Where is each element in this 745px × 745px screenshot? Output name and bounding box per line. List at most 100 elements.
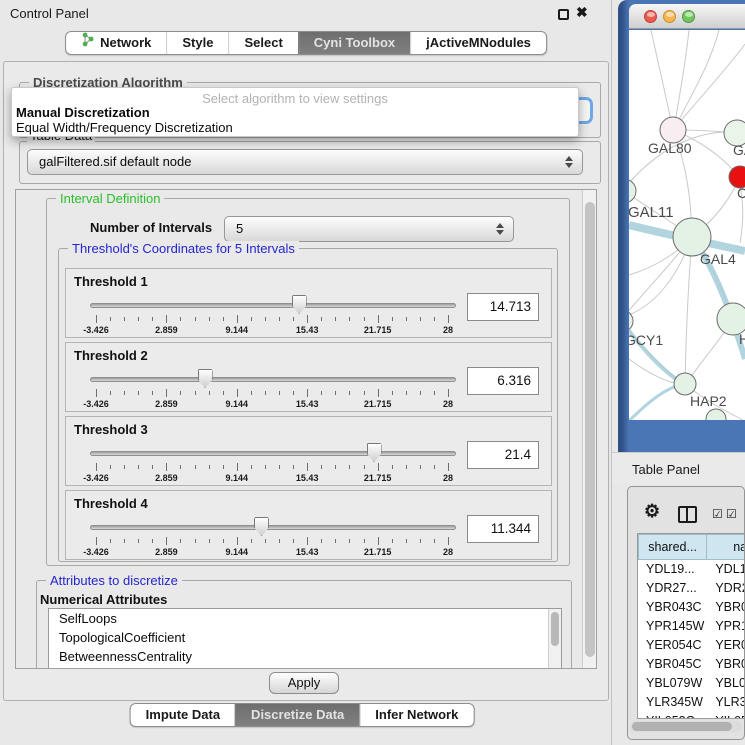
algorithm-placeholder-item[interactable]: Select algorithm to view settings bbox=[12, 91, 578, 106]
threshold-slider-track[interactable] bbox=[90, 451, 456, 456]
attributes-group-title: Attributes to discretize bbox=[46, 573, 182, 588]
threshold-label: Threshold 4 bbox=[74, 496, 148, 511]
checkbox-icon[interactable]: ☑ bbox=[726, 507, 737, 521]
threshold-slider-track[interactable] bbox=[90, 377, 456, 382]
interval-definition-title: Interval Definition bbox=[56, 191, 164, 206]
tab-label: Network bbox=[100, 32, 151, 54]
close-window-icon[interactable] bbox=[644, 10, 657, 23]
settings-vertical-scrollbar[interactable] bbox=[582, 190, 596, 668]
tab-select[interactable]: Select bbox=[228, 32, 297, 54]
control-panel-title: Control Panel bbox=[10, 6, 89, 21]
combo-arrows-icon bbox=[565, 155, 573, 169]
table-row[interactable]: YIL052CYIL052C bbox=[638, 712, 745, 719]
slider-tick-labels: -3.4262.8599.14415.4321.71528 bbox=[96, 473, 448, 484]
number-of-intervals-label: Number of Intervals bbox=[90, 220, 212, 235]
gear-icon[interactable]: ⚙ bbox=[644, 501, 660, 522]
table-row[interactable]: YBR045CYBR045C bbox=[638, 655, 745, 674]
number-of-intervals-select[interactable]: 5 bbox=[224, 216, 514, 242]
table-row[interactable]: YDR27...YDR27 bbox=[638, 579, 745, 598]
column-header-shared[interactable]: shared... bbox=[638, 534, 707, 560]
table-panel-title: Table Panel bbox=[632, 462, 700, 477]
threshold-label: Threshold 3 bbox=[74, 422, 148, 437]
threshold-panel-3: Threshold 3 -3.4262.8599.14415.4321.71528… bbox=[65, 416, 552, 486]
table-cell: YLR345W bbox=[707, 693, 745, 712]
table-row[interactable]: YDL19...YDL19 bbox=[638, 560, 745, 579]
threshold-value-field[interactable]: 6.316 bbox=[467, 367, 539, 395]
threshold-value-field[interactable]: 14.713 bbox=[467, 293, 539, 321]
table-row[interactable]: YBR043CYBR043C bbox=[638, 598, 745, 617]
table-row[interactable]: YLR345WYLR345W bbox=[638, 693, 745, 712]
table-row[interactable]: YPR145WYPR145W bbox=[638, 617, 745, 636]
control-panel: Control Panel ✖ Network Style SelectCyni T… bbox=[0, 0, 612, 745]
algorithm-dropdown-popup: Select algorithm to view settings Manual… bbox=[11, 87, 579, 137]
tab-style[interactable]: Style bbox=[166, 32, 228, 54]
table-horizontal-scrollbar[interactable] bbox=[630, 721, 742, 732]
attributes-list-scrollbar[interactable] bbox=[548, 609, 561, 669]
network-node[interactable] bbox=[706, 409, 726, 420]
threshold-slider-thumb[interactable] bbox=[292, 295, 307, 314]
numerical-attributes-list[interactable]: SelfLoopsTopologicalCoefficientBetweenne… bbox=[48, 608, 562, 669]
numerical-attributes-label: Numerical Attributes bbox=[40, 592, 167, 607]
threshold-slider-track[interactable] bbox=[90, 525, 456, 530]
column-header-name[interactable]: name bbox=[707, 534, 745, 560]
threshold-slider-thumb[interactable] bbox=[198, 369, 213, 388]
slider-tick-labels: -3.4262.8599.14415.4321.71528 bbox=[96, 325, 448, 336]
node-attribute-table[interactable]: shared...name YDL19...YDL19YDR27...YDR27… bbox=[637, 533, 745, 719]
control-panel-tab-bar: Network Style SelectCyni ToolboxjActiveMNo… bbox=[65, 31, 547, 55]
threshold-value-field[interactable]: 11.344 bbox=[467, 515, 539, 543]
network-icon bbox=[81, 32, 95, 54]
list-item-betweennesscentrality[interactable]: BetweennessCentrality bbox=[49, 647, 561, 666]
network-node[interactable] bbox=[674, 373, 696, 395]
threshold-value-field[interactable]: 21.4 bbox=[467, 441, 539, 469]
close-icon[interactable]: ✖ bbox=[576, 4, 588, 21]
slider-tick-marks bbox=[96, 315, 448, 324]
network-edge[interactable] bbox=[685, 237, 692, 381]
column-view-icon[interactable] bbox=[678, 506, 697, 523]
float-window-icon[interactable] bbox=[558, 9, 569, 20]
table-data-select[interactable]: galFiltered.sif default node bbox=[27, 149, 583, 175]
threshold-slider-thumb[interactable] bbox=[254, 517, 269, 536]
right-column: GAL80GACGAL11GAL4GCY1HHAP2 Table Panel ⚙… bbox=[612, 0, 745, 745]
tab-label: Style bbox=[182, 32, 213, 54]
network-node-label: H bbox=[739, 331, 745, 347]
menu-item-manual-discretization[interactable]: Manual Discretization bbox=[16, 105, 150, 120]
minimize-window-icon[interactable] bbox=[663, 10, 676, 23]
slider-tick-labels: -3.4262.8599.14415.4321.71528 bbox=[96, 547, 448, 558]
network-window-titlebar[interactable] bbox=[629, 4, 745, 29]
tab-infer-network[interactable]: Infer Network bbox=[359, 704, 473, 726]
network-edge-highlighted[interactable] bbox=[629, 385, 680, 420]
tab-impute-data[interactable]: Impute Data bbox=[131, 704, 235, 726]
tab-network[interactable]: Network bbox=[66, 32, 166, 54]
network-edge[interactable] bbox=[673, 44, 745, 130]
tab-label: Discretize Data bbox=[251, 704, 344, 726]
cyni-toolbox-panel: Discretization Algorithm Select algorith… bbox=[3, 61, 609, 701]
number-of-intervals-value: 5 bbox=[236, 221, 243, 236]
scrollbar-thumb[interactable] bbox=[585, 202, 595, 657]
table-row[interactable]: YBL079WYBL079W bbox=[638, 674, 745, 693]
table-cell: YER054C bbox=[638, 636, 707, 655]
network-edge[interactable] bbox=[629, 321, 682, 383]
network-node[interactable] bbox=[629, 179, 636, 203]
table-cell: YBR045C bbox=[707, 655, 745, 674]
checkbox-icon[interactable]: ☑ bbox=[712, 507, 723, 521]
network-canvas[interactable]: GAL80GACGAL11GAL4GCY1HHAP2 bbox=[629, 30, 745, 420]
network-edge[interactable] bbox=[651, 30, 673, 130]
network-edge[interactable] bbox=[675, 30, 719, 128]
tab-jactivemnodules[interactable]: jActiveMNodules bbox=[410, 32, 546, 54]
network-node-label: GA bbox=[733, 142, 745, 158]
tab-discretize-data[interactable]: Discretize Data bbox=[235, 704, 359, 726]
apply-button[interactable]: Apply bbox=[269, 672, 339, 694]
network-node-label: GCY1 bbox=[629, 332, 663, 348]
scrollbar-thumb[interactable] bbox=[632, 722, 732, 731]
threshold-slider-track[interactable] bbox=[90, 303, 456, 308]
list-item-selfloops[interactable]: SelfLoops bbox=[49, 609, 561, 628]
slider-tick-marks bbox=[96, 463, 448, 472]
threshold-slider-thumb[interactable] bbox=[367, 443, 382, 462]
zoom-window-icon[interactable] bbox=[682, 10, 695, 23]
tab-cyni-toolbox[interactable]: Cyni Toolbox bbox=[298, 32, 410, 54]
list-item-topologicalcoefficient[interactable]: TopologicalCoefficient bbox=[49, 628, 561, 647]
menu-item-equal-width-frequency-discretization[interactable]: Equal Width/Frequency Discretization bbox=[16, 120, 233, 135]
thresholds-group-title: Threshold's Coordinates for 5 Intervals bbox=[68, 241, 299, 256]
threshold-panel-2: Threshold 2-3.4262.8599.14415.4321.71528… bbox=[65, 342, 552, 412]
table-row[interactable]: YER054CYER054C bbox=[638, 636, 745, 655]
